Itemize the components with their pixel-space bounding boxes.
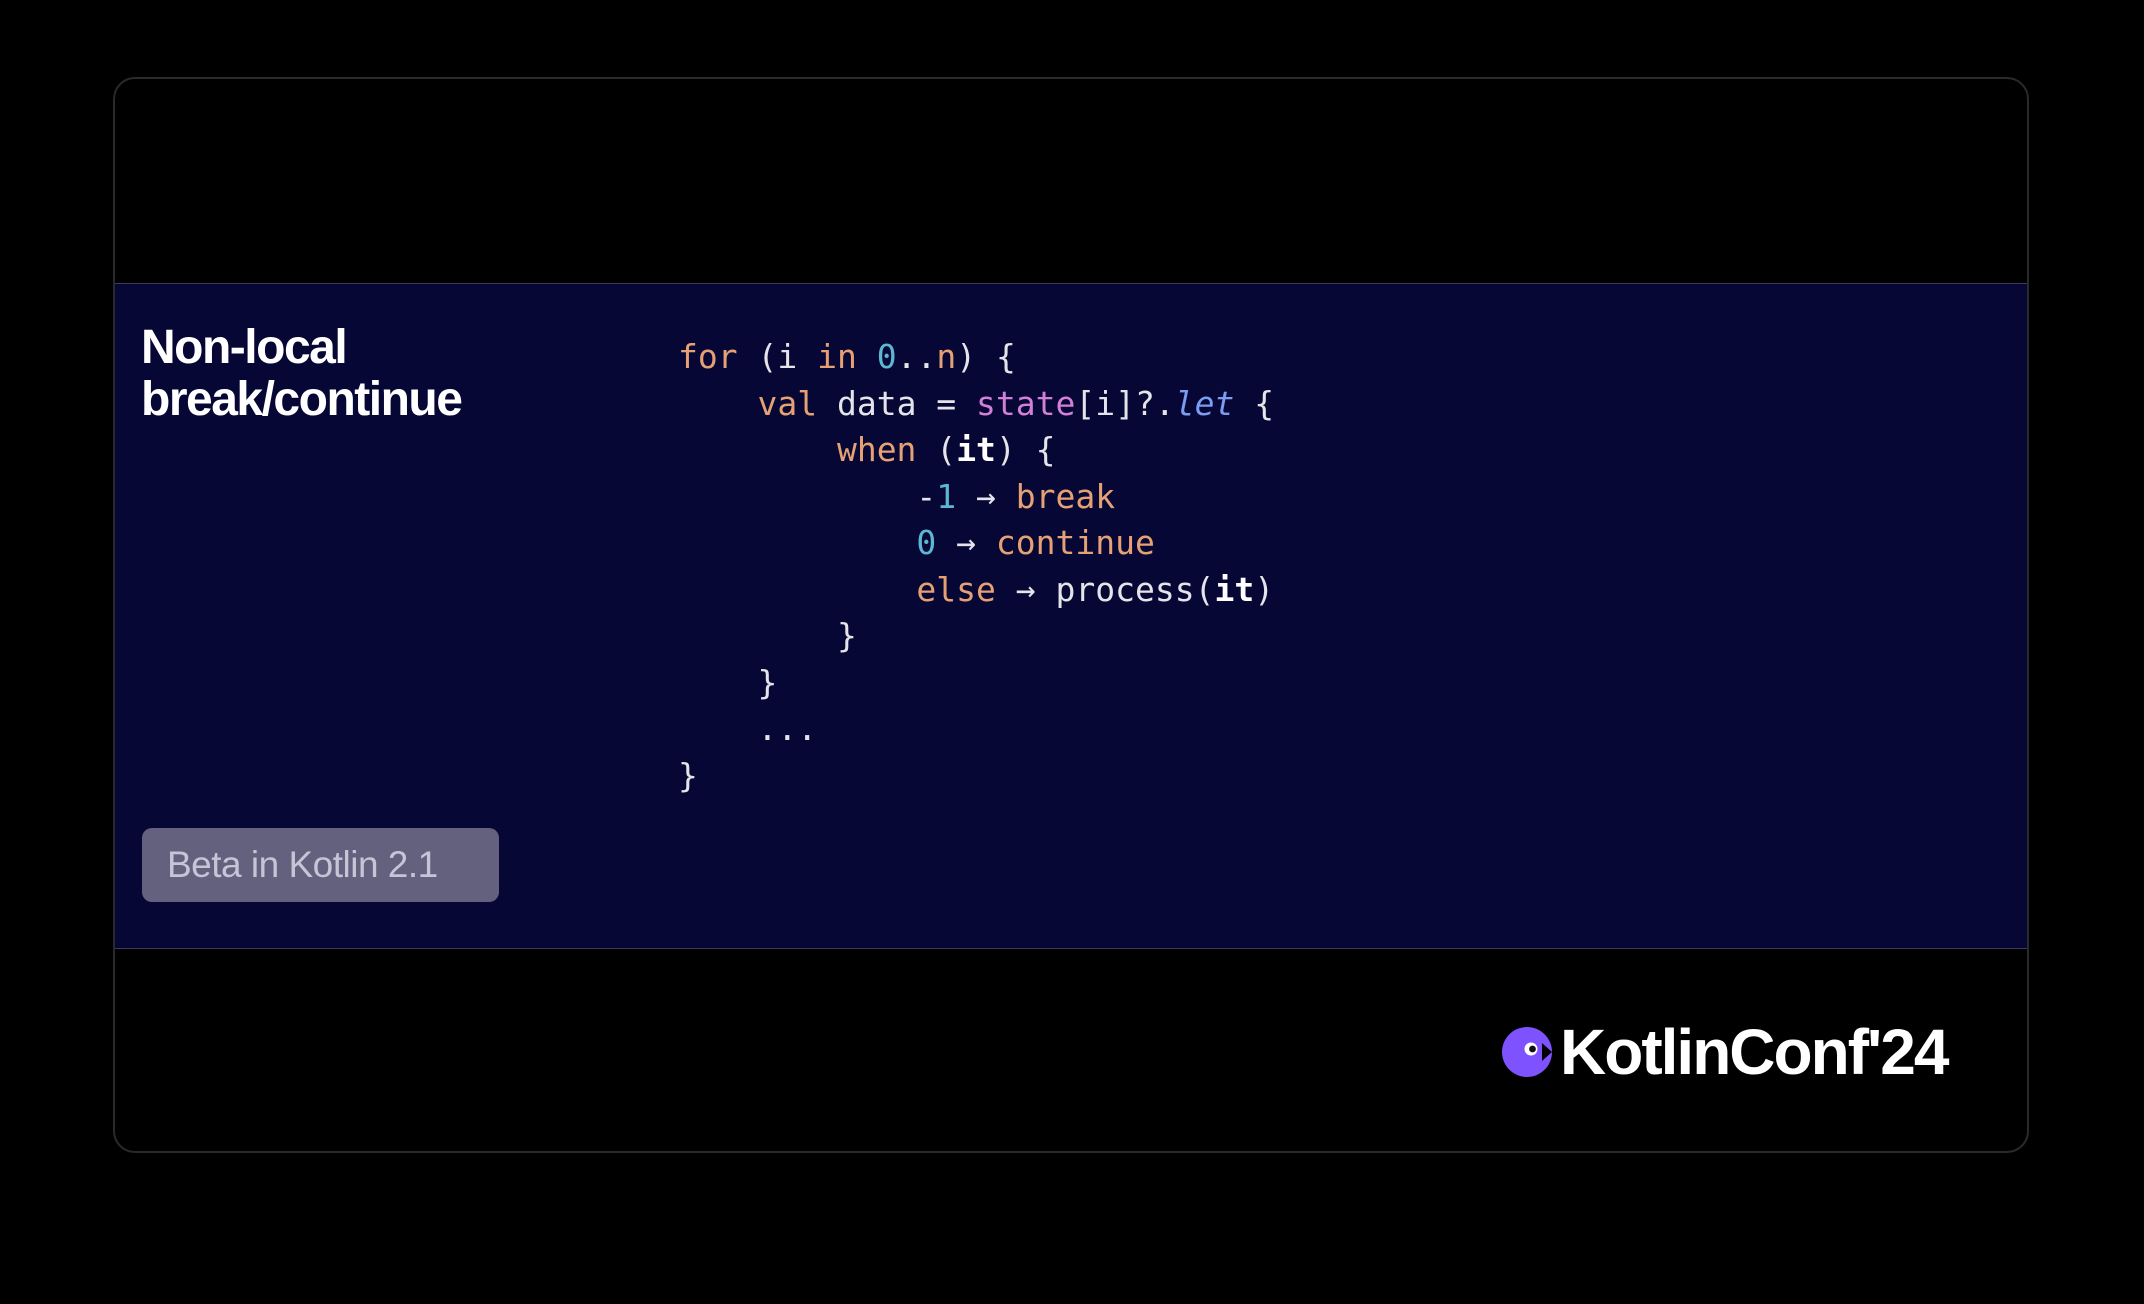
code-block: for (i in 0..n) { val data = state[i]?.l… <box>678 334 1274 799</box>
code-line: ... <box>678 706 1274 753</box>
code-token: else <box>916 569 996 609</box>
slide-title: Non-local break/continue <box>141 321 463 426</box>
code-token: } <box>678 616 857 655</box>
code-token: } <box>678 755 698 795</box>
kotlinconf-logo-icon <box>1502 1027 1552 1077</box>
code-token: ) { <box>995 430 1056 469</box>
code-token: - <box>916 476 937 516</box>
code-token: 0 <box>916 523 937 562</box>
code-token: state <box>976 383 1076 423</box>
code-token: } <box>678 662 778 702</box>
code-token: 0 <box>876 337 897 376</box>
slide-frame: Non-local break/continue for (i in 0..n)… <box>113 77 2029 1153</box>
brand-name: KotlinConf'24 <box>1560 1016 1949 1088</box>
brand: KotlinConf'24 <box>1498 1016 1949 1088</box>
code-token: 1 <box>936 476 957 516</box>
code-token: ) <box>1254 569 1275 609</box>
slide-title-line-1: Non-local <box>141 321 348 374</box>
code-token: ( <box>916 430 957 469</box>
code-token: .. <box>896 337 937 376</box>
slide-title-line-2: break/continue <box>141 373 463 426</box>
code-token: data = <box>817 383 977 423</box>
code-token: → process( <box>995 569 1215 609</box>
code-token: let <box>1174 383 1235 423</box>
code-token: break <box>1015 476 1116 516</box>
code-line: } <box>678 753 1274 800</box>
code-line: } <box>678 613 1274 660</box>
code-line: for (i in 0..n) { <box>678 334 1274 381</box>
code-token: ) { <box>956 337 1016 376</box>
code-line: val data = state[i]?.let { <box>678 381 1274 428</box>
code-token: [i]?. <box>1075 383 1175 423</box>
code-line: when (it) { <box>678 427 1274 474</box>
code-token: it <box>956 430 996 469</box>
code-line: 0 → continue <box>678 520 1274 567</box>
code-token: (i <box>737 337 818 376</box>
code-token: ... <box>678 709 818 748</box>
code-line: -1 → break <box>678 474 1274 521</box>
code-token: in <box>817 337 857 376</box>
code-token: val <box>757 383 818 423</box>
code-line: } <box>678 660 1274 707</box>
code-token: → <box>956 476 1016 516</box>
code-token: it <box>1214 569 1255 609</box>
code-token: continue <box>995 523 1155 562</box>
code-token: for <box>678 337 738 376</box>
code-token: → <box>936 523 996 562</box>
code-line: else → process(it) <box>678 567 1274 614</box>
code-token: { <box>1234 383 1275 423</box>
code-token: n <box>936 337 957 376</box>
slide-content-band: Non-local break/continue for (i in 0..n)… <box>115 283 2027 949</box>
beta-badge: Beta in Kotlin 2.1 <box>142 828 499 902</box>
code-token: when <box>836 430 917 469</box>
